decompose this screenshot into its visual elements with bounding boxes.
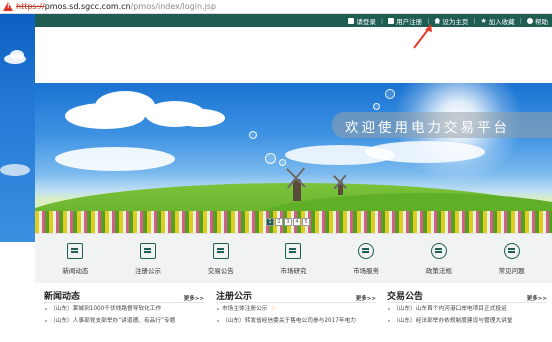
slide-indicator-2[interactable]: 2 bbox=[275, 218, 283, 226]
column-header: 注册公示 更多>> bbox=[216, 289, 376, 303]
nav-registration-label: 注册公示 bbox=[135, 267, 162, 275]
list-item[interactable]: （山东）莱城到1000千伏线路督导软化工作 bbox=[44, 303, 204, 315]
bubble bbox=[373, 103, 380, 110]
home-icon bbox=[434, 17, 441, 24]
add-favorite-link[interactable]: ★ 加入收藏 bbox=[481, 16, 515, 26]
nav-announcement[interactable]: 交易公告 bbox=[186, 234, 256, 283]
policy-icon bbox=[430, 243, 447, 259]
set-homepage-link[interactable]: 设为主页 bbox=[434, 16, 468, 26]
url-text[interactable]: https://pmos.sd.sgcc.com.cn/pmos/index/l… bbox=[16, 1, 216, 12]
help-icon bbox=[527, 17, 533, 24]
newspaper-icon bbox=[67, 243, 84, 259]
nav-research-label: 市场研究 bbox=[280, 267, 307, 275]
separator: | bbox=[473, 16, 476, 25]
column-header: 新闻动态 更多>> bbox=[44, 289, 204, 303]
quick-nav: 新闻动态 注册公示 交易公告 市场研究 市场服务 政策法规 常见问题 bbox=[35, 233, 552, 283]
set-homepage-label: 设为主页 bbox=[442, 17, 469, 26]
star-icon: ★ bbox=[480, 16, 487, 25]
nav-service[interactable]: 市场服务 bbox=[331, 234, 401, 283]
slide-indicator-5[interactable]: 5 bbox=[302, 218, 310, 226]
nav-faq-label: 常见问题 bbox=[498, 267, 525, 275]
cloud bbox=[55, 147, 175, 171]
slide-indicator-4[interactable]: 4 bbox=[293, 218, 301, 226]
slide-indicator-3[interactable]: 3 bbox=[284, 218, 292, 226]
news-column: 注册公示 更多>> 市场主体注册公示 ☝ （山东）转发省经信委关于售电公司参与20… bbox=[216, 289, 376, 327]
separator: | bbox=[380, 16, 384, 25]
bubble bbox=[265, 153, 276, 164]
column-title: 注册公示 bbox=[216, 292, 253, 302]
left-decoration-strip bbox=[0, 14, 35, 242]
nav-policy[interactable]: 政策法规 bbox=[404, 234, 474, 283]
nav-registration[interactable]: 注册公示 bbox=[113, 234, 183, 283]
more-link[interactable]: 更多>> bbox=[527, 294, 547, 302]
column-header: 交易公告 更多>> bbox=[387, 289, 547, 303]
help-label: 帮助 bbox=[535, 17, 548, 26]
top-links: 请登录 | 用户注册 | 设为主页 | ★ 加入收藏 | 帮助 bbox=[343, 14, 548, 27]
address-bar[interactable]: https://pmos.sd.sgcc.com.cn/pmos/index/l… bbox=[0, 0, 552, 14]
help-link[interactable]: 帮助 bbox=[527, 16, 548, 26]
nav-announcement-label: 交易公告 bbox=[207, 267, 234, 275]
more-link[interactable]: 更多>> bbox=[184, 294, 204, 302]
list-item[interactable]: （山东）人事部党支部举办“讲道德、有品行”专题 bbox=[44, 315, 204, 327]
news-column: 新闻动态 更多>> （山东）莱城到1000千伏线路督导软化工作 （山东）人事部党… bbox=[44, 289, 204, 327]
nav-research[interactable]: 市场研究 bbox=[258, 234, 328, 283]
pointer-hand-icon: ☝ bbox=[271, 305, 276, 312]
nav-news[interactable]: 新闻动态 bbox=[40, 234, 110, 283]
list-item[interactable]: （山东）山东首个内河港口岸电项目正式投运 bbox=[387, 303, 547, 315]
nav-faq[interactable]: 常见问题 bbox=[477, 234, 547, 283]
list-item-text: 市场主体注册公示 bbox=[222, 306, 268, 312]
url-path: /pmos/index/login.jsp bbox=[130, 2, 217, 11]
top-bar: 请登录 | 用户注册 | 设为主页 | ★ 加入收藏 | 帮助 bbox=[35, 14, 552, 27]
news-column: 交易公告 更多>> （山东）山东首个内河港口岸电项目正式投运 （山东）经法部举办… bbox=[387, 289, 547, 327]
login-label: 请登录 bbox=[356, 17, 376, 26]
banner-carousel[interactable]: 欢迎使用电力交易平台 1 2 3 4 5 bbox=[35, 83, 552, 233]
banner-slogan: 欢迎使用电力交易平台 bbox=[345, 120, 510, 136]
list-item[interactable]: （山东）转发省经信委关于售电公司参与2017年电力 bbox=[216, 315, 376, 327]
nav-service-label: 市场服务 bbox=[353, 267, 380, 275]
separator: | bbox=[519, 16, 522, 25]
security-warning-icon[interactable] bbox=[3, 2, 13, 11]
announcement-icon bbox=[212, 243, 229, 259]
service-icon bbox=[358, 243, 375, 259]
news-section: 新闻动态 更多>> （山东）莱城到1000千伏线路督导软化工作 （山东）人事部党… bbox=[35, 283, 552, 342]
login-link[interactable]: 请登录 bbox=[348, 16, 376, 26]
bubble bbox=[249, 131, 257, 139]
research-icon bbox=[285, 243, 302, 259]
user-icon bbox=[348, 17, 355, 24]
slide-indicator-1[interactable]: 1 bbox=[266, 218, 274, 226]
nav-news-label: 新闻动态 bbox=[62, 267, 89, 275]
register-icon bbox=[388, 17, 395, 24]
url-host: pmos.sd.sgcc.com.cn bbox=[44, 2, 131, 11]
add-favorite-label: 加入收藏 bbox=[488, 17, 515, 26]
nav-policy-label: 政策法规 bbox=[425, 267, 452, 275]
list-item[interactable]: 市场主体注册公示 ☝ bbox=[216, 303, 376, 315]
column-title: 交易公告 bbox=[387, 292, 424, 302]
faq-icon bbox=[503, 243, 520, 259]
bubble bbox=[385, 89, 395, 99]
annotation-arrow-icon bbox=[413, 24, 432, 49]
cloud bbox=[365, 141, 485, 163]
header-area bbox=[35, 27, 552, 83]
registration-icon bbox=[140, 243, 157, 259]
carousel-indicators: 1 2 3 4 5 bbox=[266, 218, 311, 226]
column-title: 新闻动态 bbox=[44, 292, 81, 302]
cloud bbox=[175, 109, 225, 127]
url-scheme: https:// bbox=[16, 2, 45, 11]
list-item[interactable]: （山东）经法部举办依规制度建设与管理大讲堂 bbox=[387, 315, 547, 327]
bubble bbox=[279, 159, 286, 166]
more-link[interactable]: 更多>> bbox=[356, 294, 376, 302]
